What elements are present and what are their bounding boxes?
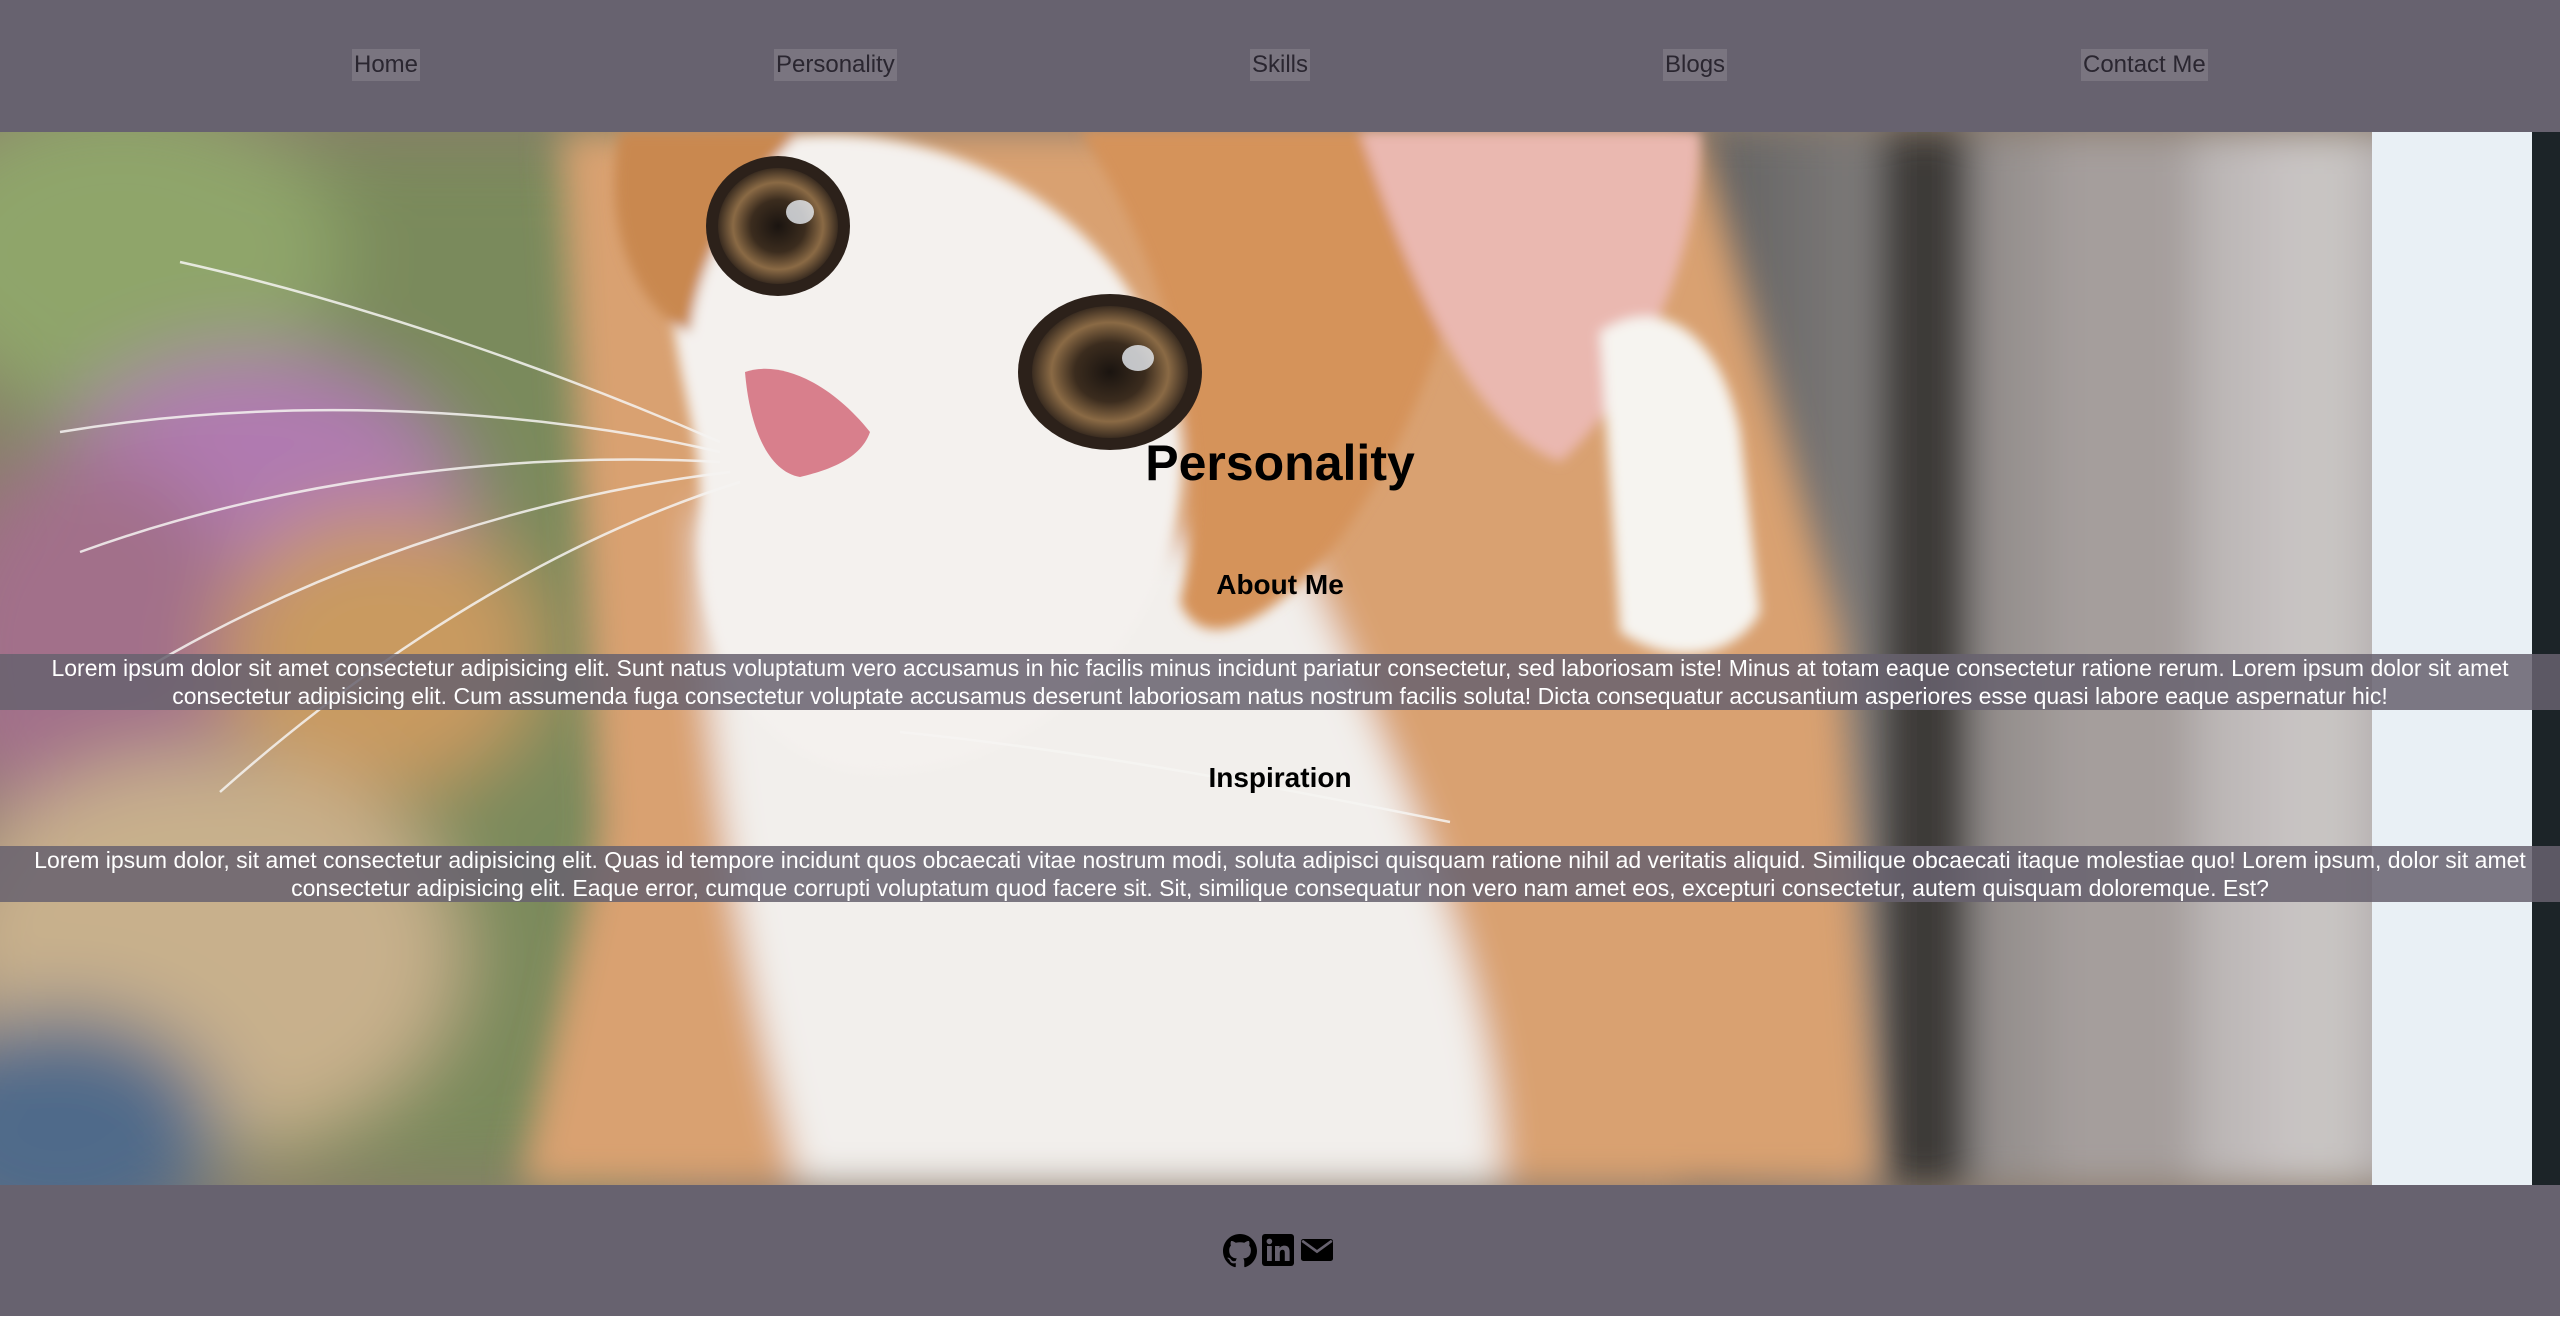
nav-link-skills[interactable]: Skills	[1250, 49, 1311, 81]
envelope-icon	[1301, 1239, 1333, 1261]
nav-link-contact-me[interactable]: Contact Me	[2081, 49, 2208, 81]
personality-section: Personality About Me Lorem ipsum dolor s…	[0, 132, 2560, 1185]
footer	[0, 1185, 2560, 1316]
linkedin-icon	[1262, 1234, 1294, 1266]
page-title: Personality	[1145, 435, 1415, 491]
linkedin-link[interactable]	[1262, 1234, 1296, 1266]
nav-link-home[interactable]: Home	[352, 49, 421, 81]
top-nav: Home Personality Skills Blogs Contact Me	[0, 0, 2560, 132]
nav-link-personality[interactable]: Personality	[774, 49, 897, 81]
about-me-heading: About Me	[1216, 569, 1344, 600]
inspiration-text: Lorem ipsum dolor, sit amet consectetur …	[0, 846, 2560, 902]
about-me-text: Lorem ipsum dolor sit amet consectetur a…	[0, 654, 2560, 710]
github-link[interactable]	[1223, 1234, 1257, 1268]
inspiration-heading: Inspiration	[1208, 762, 1352, 793]
nav-link-blogs[interactable]: Blogs	[1663, 49, 1728, 81]
email-link[interactable]	[1300, 1234, 1334, 1266]
github-icon	[1223, 1234, 1257, 1268]
